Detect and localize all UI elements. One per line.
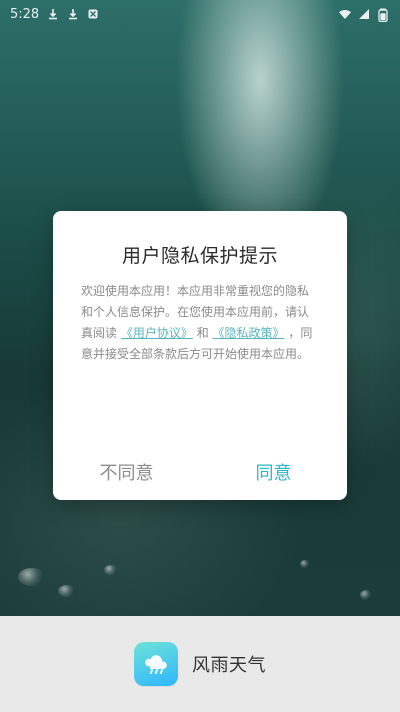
status-right <box>338 8 390 22</box>
dialog-title: 用户隐私保护提示 <box>121 245 278 267</box>
privacy-dialog: 用户隐私保护提示 欢迎使用本应用！本应用非常重视您的隐私和个人信息保护。在您使用… <box>53 211 347 500</box>
water-drop <box>360 590 372 600</box>
dialog-actions: 不同意 同意 <box>53 454 347 490</box>
dialog-body: 欢迎使用本应用！本应用非常重视您的隐私和个人信息保护。在您使用本应用前，请认真阅… <box>81 281 319 365</box>
privacy-policy-link[interactable]: 《隐私政策》 <box>213 326 285 340</box>
brand-bar: 风雨天气 <box>0 616 400 712</box>
agree-button[interactable]: 同意 <box>200 459 347 485</box>
status-time: 5:28 <box>10 6 40 22</box>
battery-icon <box>378 8 390 22</box>
dialog-body-and: 和 <box>196 326 209 340</box>
download-icon <box>67 8 79 20</box>
user-agreement-link[interactable]: 《用户协议》 <box>121 326 193 340</box>
cellular-signal-icon <box>358 8 370 20</box>
status-bar: 5:28 <box>0 0 400 28</box>
water-drop <box>18 568 46 586</box>
wifi-icon <box>338 8 351 20</box>
water-drop <box>58 585 76 597</box>
screen: 5:28 用户隐私保护提示 欢迎使用本应用！本应用非常重视您的隐私和个人信息保护… <box>0 0 400 712</box>
download-icon <box>47 8 59 20</box>
water-drop <box>104 565 118 575</box>
water-drop <box>300 560 310 568</box>
app-name: 风雨天气 <box>192 655 266 676</box>
notification-app-icon <box>87 8 99 20</box>
weather-cloud-rain-icon <box>134 642 178 686</box>
disagree-button[interactable]: 不同意 <box>53 459 200 485</box>
status-left: 5:28 <box>10 7 99 22</box>
